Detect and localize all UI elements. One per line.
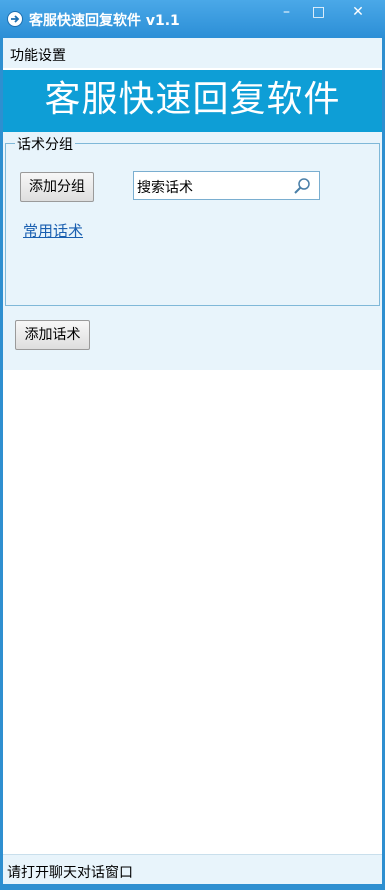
menu-item-settings[interactable]: 功能设置 (10, 45, 66, 65)
main-window: 功能设置 客服快速回复软件 添加分组 搜索话术 常用话术 话术分组 添加话术 请… (3, 38, 382, 884)
group-box-legend: 话术分组 (15, 134, 75, 154)
status-text: 请打开聊天对话窗口 (7, 865, 133, 881)
banner: 客服快速回复软件 (3, 70, 382, 132)
menu-bar: 功能设置 (3, 38, 382, 68)
status-bar: 请打开聊天对话窗口 (3, 854, 382, 884)
search-input-text: 搜索话术 (137, 180, 193, 196)
group-link-common[interactable]: 常用话术 (23, 220, 83, 241)
close-button[interactable]: ✕ (338, 0, 378, 24)
phrase-list-area[interactable] (3, 370, 382, 854)
search-input[interactable]: 搜索话术 (133, 171, 320, 200)
window-title: 客服快速回复软件 v1.1 (29, 13, 180, 29)
arrow-circle-icon (7, 11, 23, 27)
maximize-button[interactable]: □ (300, 0, 337, 24)
search-icon[interactable] (293, 177, 311, 195)
banner-title: 客服快速回复软件 (44, 79, 341, 120)
group-panel: 添加分组 搜索话术 常用话术 话术分组 添加话术 (3, 132, 382, 370)
phrase-group-box: 添加分组 搜索话术 常用话术 (5, 143, 380, 306)
add-group-button[interactable]: 添加分组 (20, 172, 94, 202)
title-bar[interactable]: 客服快速回复软件 v1.1 – □ ✕ (0, 0, 385, 38)
add-phrase-button[interactable]: 添加话术 (15, 320, 90, 350)
